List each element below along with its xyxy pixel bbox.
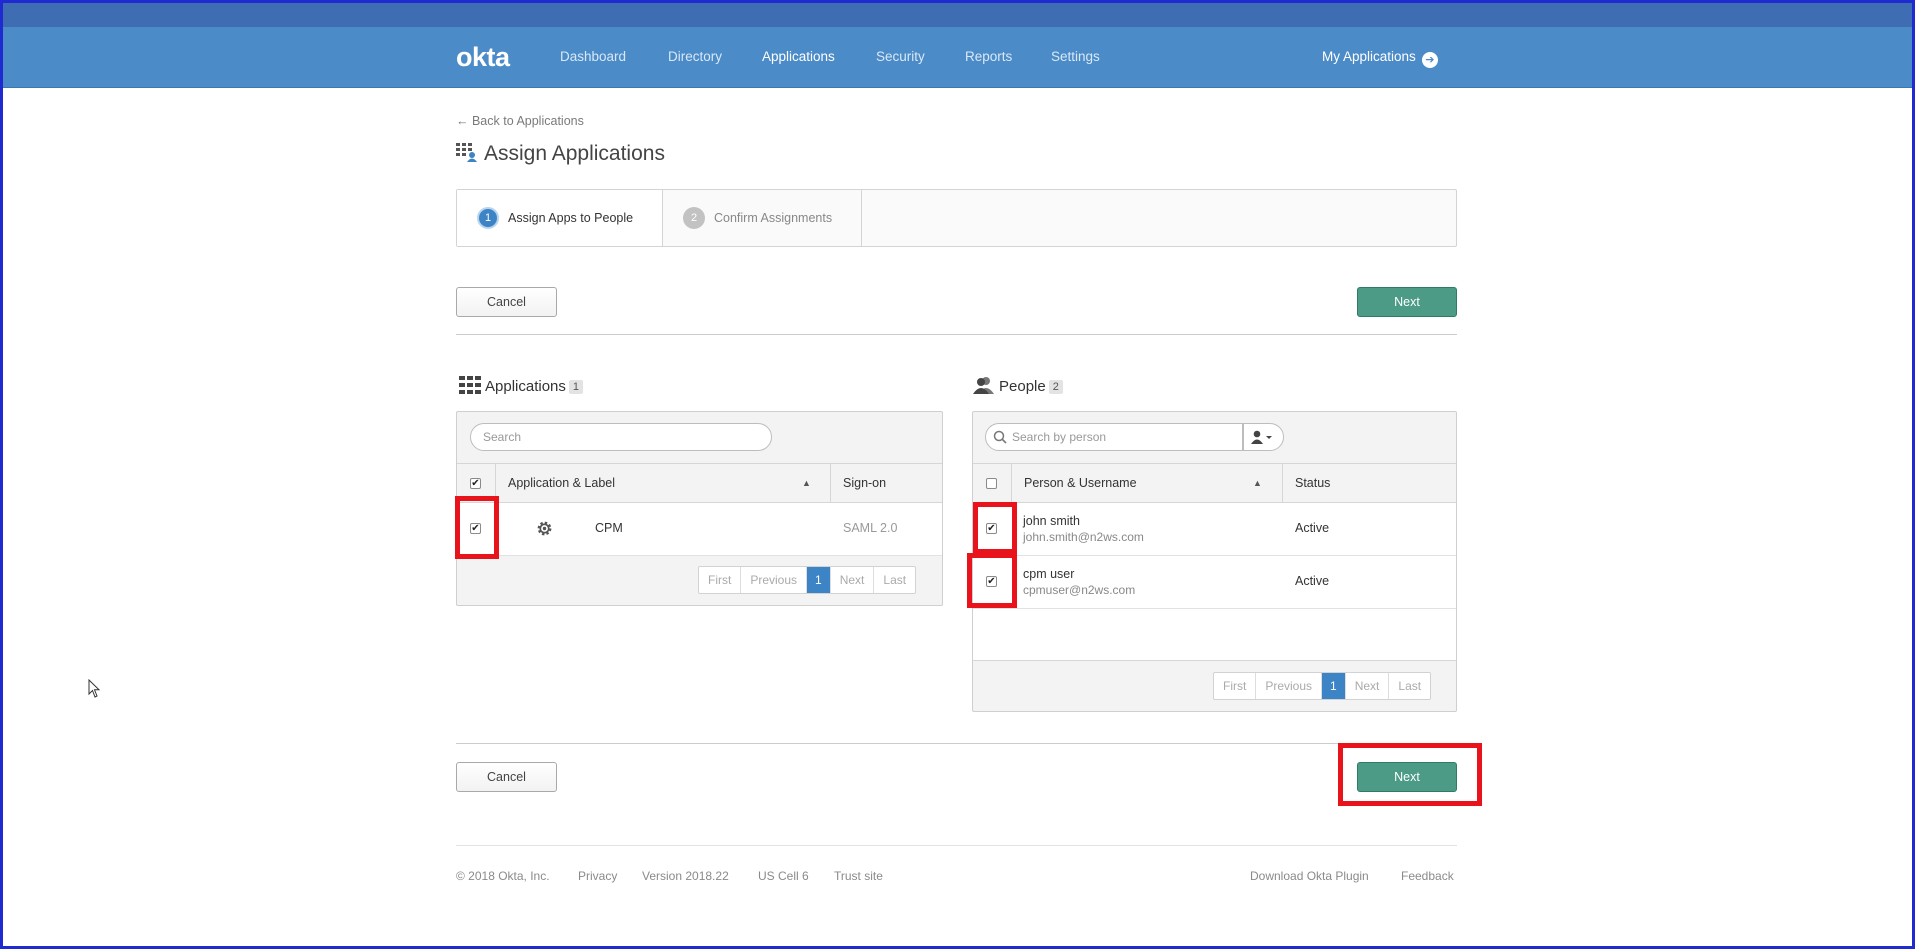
people-search-input[interactable]: Search by person [985,423,1243,451]
footer-trust-site-link[interactable]: Trust site [834,869,883,883]
person-status: Active [1295,521,1330,535]
row-checkbox-cpm-user[interactable]: ✔ [986,576,997,587]
app-label: CPM [595,521,623,535]
app-signon: SAML 2.0 [843,521,898,535]
row-checkbox-cpm[interactable]: ✔ [470,523,481,534]
page-title-text: Assign Applications [484,142,665,165]
person-name: john smith [1023,514,1080,528]
people-pager: First Previous 1 Next Last [1213,672,1432,700]
applications-pager: First Previous 1 Next Last [698,566,917,594]
footer-privacy-link[interactable]: Privacy [578,869,617,883]
cancel-button-top[interactable]: Cancel [456,287,557,317]
pager-first[interactable]: First [699,567,742,593]
person-name: cpm user [1023,567,1075,581]
person-username: cpmuser@n2ws.com [1023,583,1136,597]
sort-up-icon[interactable]: ▲ [1253,464,1262,502]
wizard-steps: 1 Assign Apps to People 2 Confirm Assign… [456,189,1457,247]
person-status: Active [1295,574,1330,588]
mouse-pointer-icon [88,679,101,698]
footer-download-plugin-link[interactable]: Download Okta Plugin [1250,869,1369,883]
gear-icon [537,521,552,536]
wizard-step-2[interactable]: 2 Confirm Assignments [663,190,862,246]
people-table-header: Person & Username ▲ Status [973,463,1456,503]
people-panel: Search by person Person & Username ▲ Sta… [972,411,1457,712]
apps-grid-icon [459,376,481,394]
top-navbar: okta Dashboard Directory Applications Se… [0,27,1915,88]
window-top-strip [0,0,1915,27]
footer-divider [456,845,1457,846]
pager-next[interactable]: Next [831,567,875,593]
pager-next[interactable]: Next [1346,673,1390,699]
applications-title: Applications [485,378,566,395]
applications-section-title: Applications 1 [459,376,584,395]
my-applications-label: My Applications [1322,49,1416,64]
next-button-bottom[interactable]: Next [1357,762,1457,792]
step-number-2: 2 [683,207,705,229]
table-row[interactable]: ✔ CPM SAML 2.0 [457,503,942,556]
assign-apps-icon [456,143,477,162]
applications-panel: Search ✔ Application & Label ▲ Sign-on ✔… [456,411,943,606]
select-all-people-checkbox[interactable] [986,478,997,489]
applications-count-badge: 1 [568,380,584,394]
back-to-applications-link[interactable]: ← Back to Applications [456,114,584,128]
arrow-right-circle-icon: ➔ [1421,52,1438,68]
footer-cell: US Cell 6 [758,869,809,883]
person-filter-dropdown[interactable] [1243,423,1284,451]
window-frame [0,0,1915,949]
people-title: People [999,378,1046,395]
my-applications-link[interactable]: My Applications ➔ [1322,49,1438,68]
applications-search-input[interactable]: Search [470,423,772,451]
pager-previous[interactable]: Previous [1256,673,1323,699]
divider-top [456,334,1457,335]
next-button-top[interactable]: Next [1357,287,1457,317]
pager-page-1[interactable]: 1 [807,567,831,593]
page-title: Assign Applications [456,142,665,166]
people-count-badge: 2 [1048,380,1063,394]
sort-up-icon[interactable]: ▲ [802,464,811,502]
col-application-label[interactable]: Application & Label [508,464,615,502]
people-icon [973,377,994,394]
pager-first[interactable]: First [1214,673,1257,699]
nav-directory[interactable]: Directory [668,49,722,64]
table-row[interactable]: ✔ cpm user cpmuser@n2ws.com Active [973,556,1456,609]
footer-version: Version 2018.22 [642,869,729,883]
step-label-2: Confirm Assignments [714,211,833,225]
nav-reports[interactable]: Reports [965,49,1012,64]
nav-dashboard[interactable]: Dashboard [560,49,626,64]
pager-last[interactable]: Last [1389,673,1430,699]
okta-logo[interactable]: okta [456,42,510,73]
applications-table-header: ✔ Application & Label ▲ Sign-on [457,463,942,503]
col-status[interactable]: Status [1295,464,1330,502]
footer-copyright: © 2018 Okta, Inc. [456,869,550,883]
cancel-button-bottom[interactable]: Cancel [456,762,557,792]
step-label-1: Assign Apps to People [508,211,634,225]
pager-previous[interactable]: Previous [741,567,808,593]
col-sign-on[interactable]: Sign-on [843,464,886,502]
nav-settings[interactable]: Settings [1051,49,1100,64]
nav-applications[interactable]: Applications [762,49,835,64]
people-section-title: People 2 [973,376,1063,395]
footer-feedback-link[interactable]: Feedback [1401,869,1454,883]
select-all-apps-checkbox[interactable]: ✔ [470,478,481,489]
divider-bottom [456,743,1457,744]
empty-row [973,609,1456,661]
nav-security[interactable]: Security [876,49,925,64]
pager-last[interactable]: Last [874,567,915,593]
search-icon [993,430,1007,444]
wizard-step-1[interactable]: 1 Assign Apps to People [457,190,663,246]
row-checkbox-john-smith[interactable]: ✔ [986,523,997,534]
step-number-1: 1 [477,207,499,229]
pager-page-1[interactable]: 1 [1322,673,1346,699]
col-person-username[interactable]: Person & Username [1024,464,1137,502]
person-username: john.smith@n2ws.com [1023,530,1144,544]
table-row[interactable]: ✔ john smith john.smith@n2ws.com Active [973,503,1456,556]
person-chevron-down-icon [1251,430,1272,444]
